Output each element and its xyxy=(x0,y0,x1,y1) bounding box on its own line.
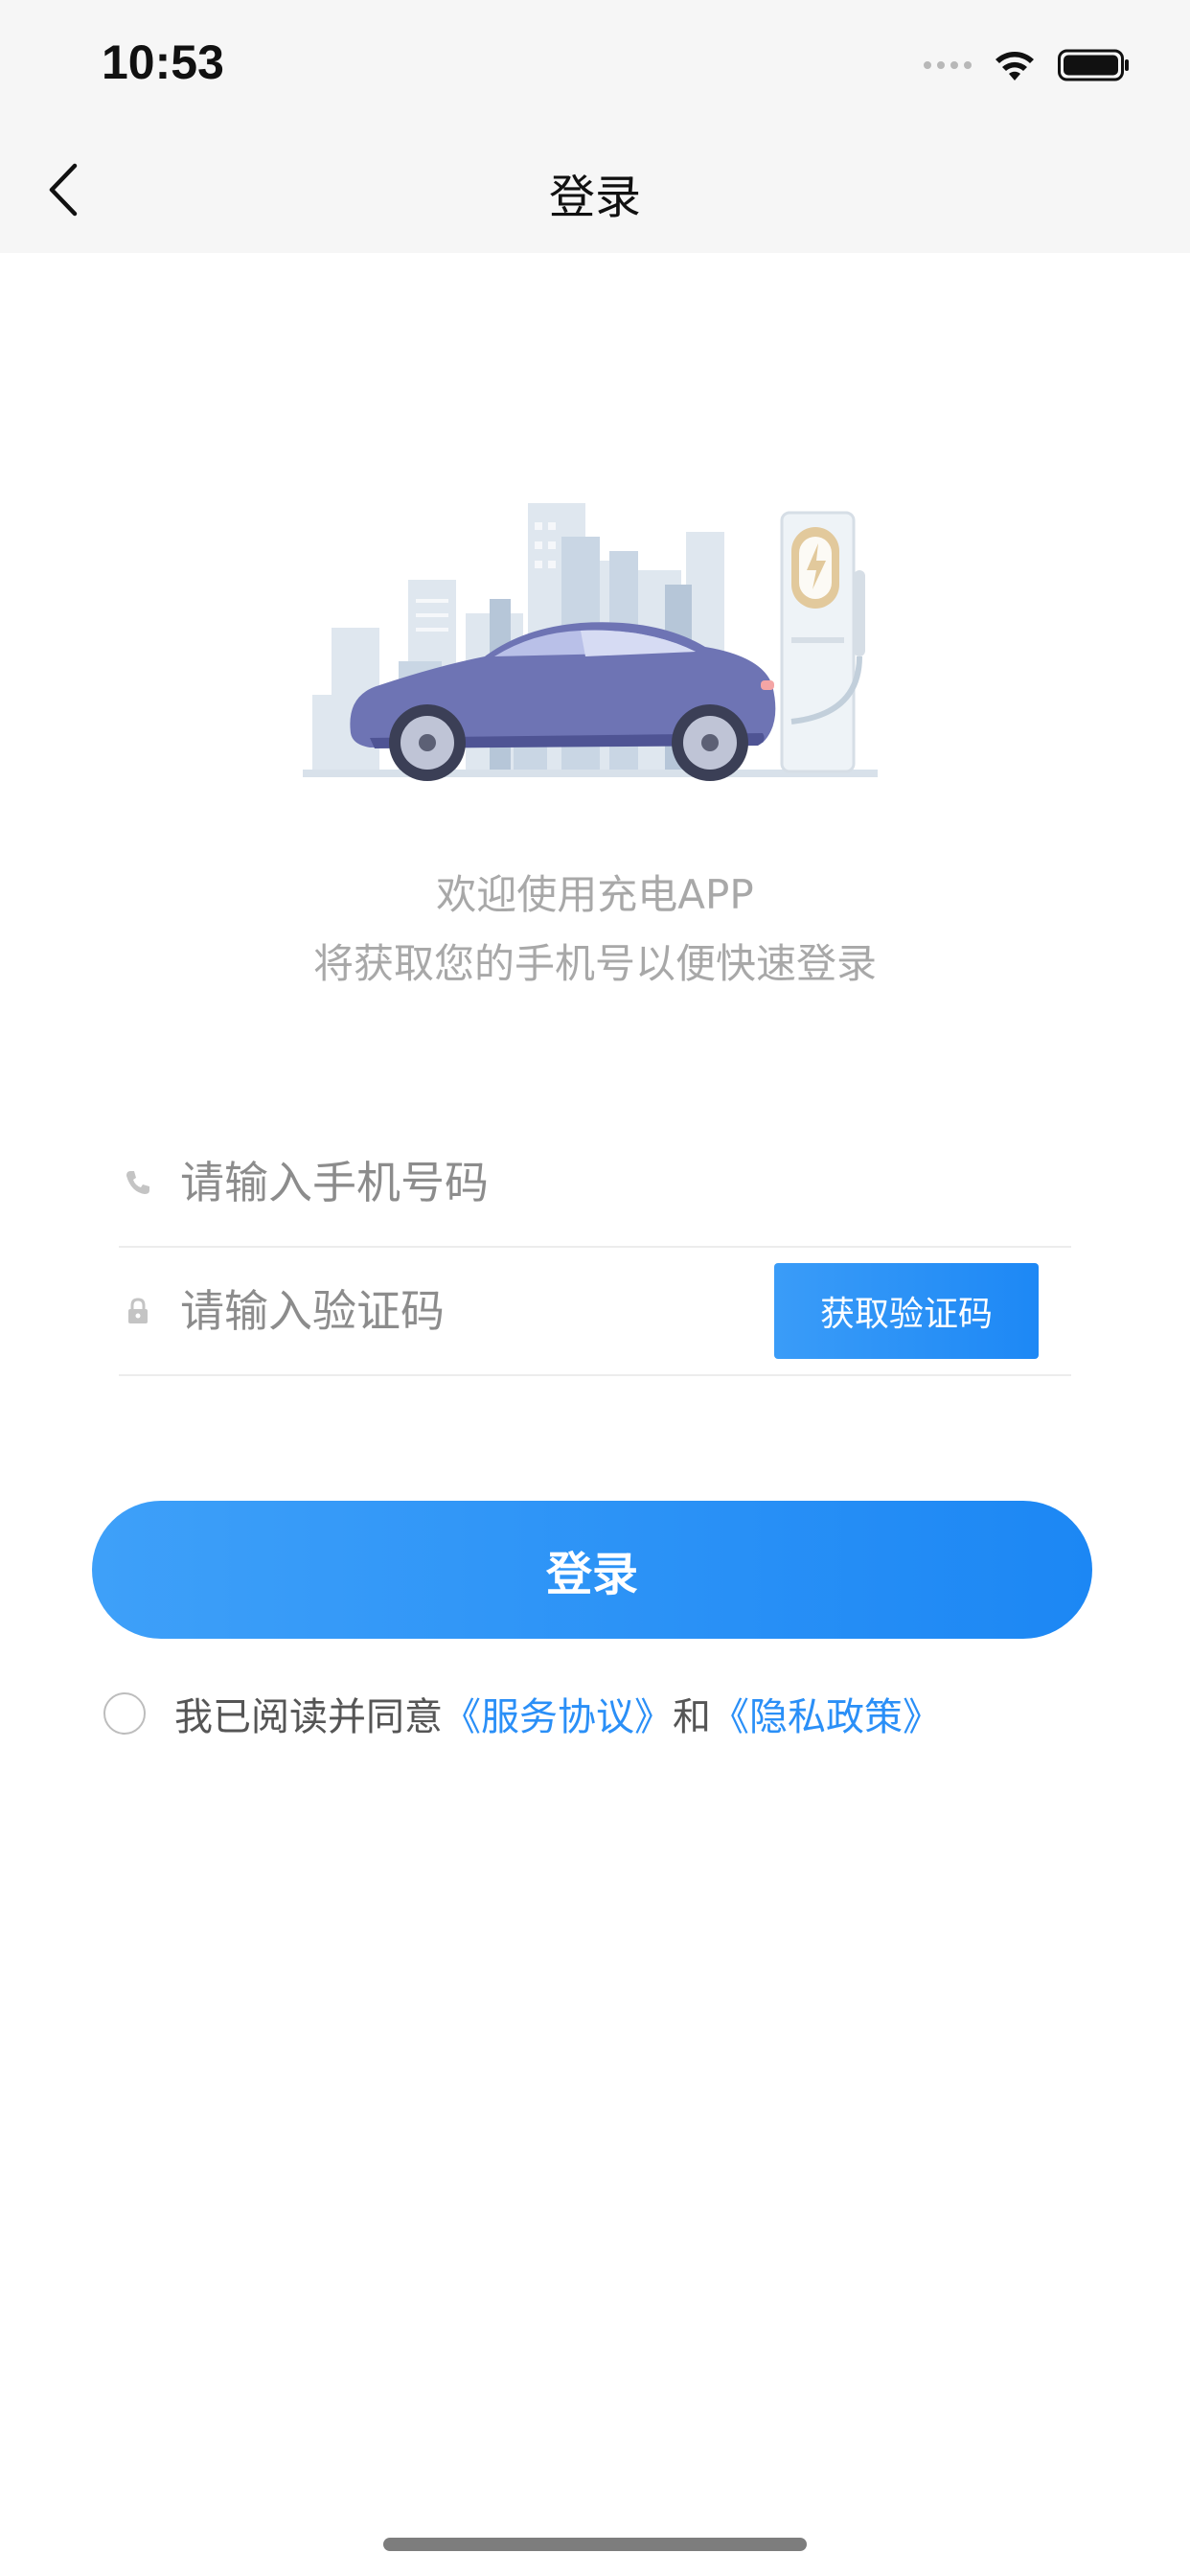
login-button[interactable]: 登录 xyxy=(92,1501,1092,1639)
privacy-policy-link[interactable]: 《隐私政策》 xyxy=(711,1686,941,1741)
agreement-and: 和 xyxy=(673,1695,711,1739)
agreement-prefix: 我已阅读并同意 xyxy=(174,1695,443,1739)
battery-icon xyxy=(1058,49,1129,81)
welcome-title: 欢迎使用充电APP xyxy=(436,871,754,918)
code-input[interactable] xyxy=(178,1272,661,1350)
phone-field-row xyxy=(119,1119,1071,1248)
status-time: 10:53 xyxy=(102,35,224,89)
service-agreement-link[interactable]: 《服务协议》 xyxy=(443,1686,673,1741)
agreement-row: 我已阅读并同意 《服务协议》 和 《隐私政策》 xyxy=(103,1685,941,1742)
phone-icon xyxy=(119,1163,157,1202)
car-charging-illustration xyxy=(303,503,878,781)
welcome-subtitle: 将获取您的手机号以便快速登录 xyxy=(312,940,877,987)
login-screen: 10:53 登录 欢迎使用充电APP 将获取您的手机号以便快速登录 请输入手机号… xyxy=(0,0,1190,2576)
code-field-row: 获取验证码 xyxy=(119,1248,1071,1376)
page-title: 登录 xyxy=(548,171,641,224)
get-code-button[interactable]: 获取验证码 xyxy=(774,1263,1039,1359)
wifi-icon xyxy=(995,52,1034,80)
top-bar: 10:53 登录 xyxy=(0,0,1190,253)
phone-input[interactable] xyxy=(178,1143,776,1222)
signal-dots-icon xyxy=(924,61,972,69)
lock-icon xyxy=(119,1292,157,1330)
agreement-checkbox[interactable] xyxy=(103,1692,146,1735)
status-icons xyxy=(924,46,1131,84)
home-indicator[interactable] xyxy=(383,2538,807,2551)
